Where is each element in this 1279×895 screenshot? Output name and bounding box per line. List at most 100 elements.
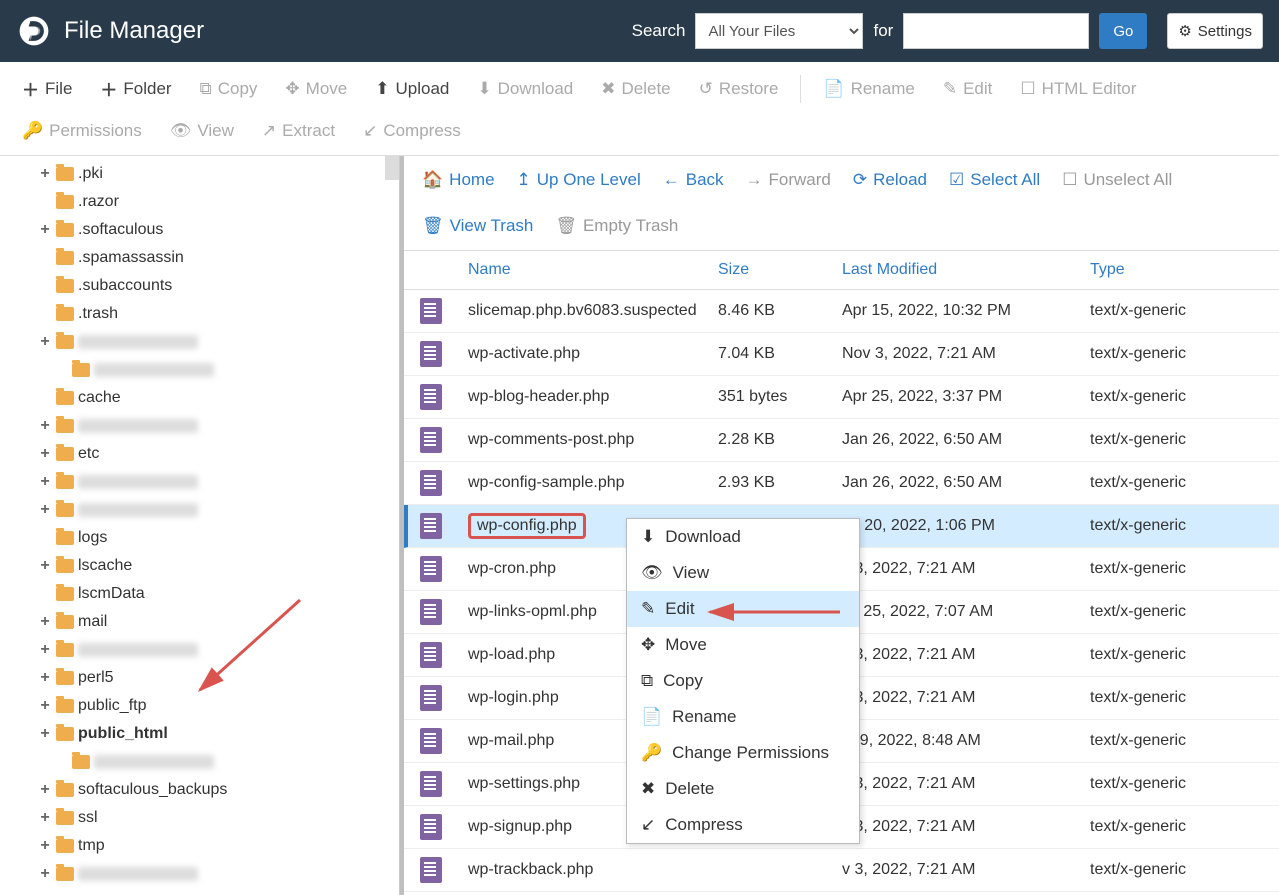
tree-item[interactable]: cache	[10, 384, 399, 412]
tree-item[interactable]: +	[10, 636, 399, 664]
context-menu-item[interactable]: ✥Move	[627, 627, 859, 663]
reload-button[interactable]: ⟳Reload	[851, 166, 929, 194]
tree-item[interactable]: +	[10, 860, 399, 888]
tree-expander[interactable]: +	[38, 837, 52, 855]
tree-item[interactable]: logs	[10, 524, 399, 552]
settings-button[interactable]: ⚙ Settings	[1167, 13, 1263, 49]
tree-expander[interactable]: +	[38, 697, 52, 715]
unselect-all-button[interactable]: ☐Unselect All	[1060, 166, 1174, 194]
tree-item[interactable]: lscmData	[10, 580, 399, 608]
tree-item[interactable]: .trash	[10, 300, 399, 328]
tree-item[interactable]: .spamassassin	[10, 244, 399, 272]
tree-item[interactable]: +.softaculous	[10, 216, 399, 244]
tree-expander[interactable]: +	[38, 473, 52, 491]
file-button[interactable]: ＋File	[10, 68, 84, 109]
tree-item[interactable]: +mail	[10, 608, 399, 636]
tree-item[interactable]: +	[10, 328, 399, 356]
tree-expander[interactable]: +	[38, 445, 52, 463]
restore-button[interactable]: ↺Restore	[687, 71, 791, 107]
extract-button[interactable]: ↗Extract	[250, 113, 347, 149]
tree-expander[interactable]: +	[38, 613, 52, 631]
tree-item[interactable]: +public_html	[10, 720, 399, 748]
tree-item[interactable]: +.pki	[10, 160, 399, 188]
edit-button[interactable]: ✎Edit	[931, 71, 1005, 107]
app-title: File Manager	[64, 17, 204, 45]
folder-button[interactable]: ＋Folder	[88, 68, 183, 109]
column-name[interactable]: Name	[468, 261, 718, 279]
tree-item[interactable]: .subaccounts	[10, 272, 399, 300]
move-button[interactable]: ✥Move	[273, 71, 359, 107]
tree-item[interactable]: +softaculous_backups	[10, 776, 399, 804]
permissions-button[interactable]: 🔑Permissions	[10, 113, 154, 149]
delete-button[interactable]: ✖Delete	[589, 71, 682, 107]
select-all-button[interactable]: ☑Select All	[947, 166, 1042, 194]
view-button[interactable]: 👁View	[158, 113, 246, 149]
tree-item[interactable]: +perl5	[10, 664, 399, 692]
context-menu-item[interactable]: 📄Rename	[627, 699, 859, 735]
search-scope-select[interactable]: All Your Files	[695, 13, 863, 49]
tree-expander[interactable]: +	[38, 333, 52, 351]
tree-label	[78, 503, 198, 517]
table-row[interactable]: wp-comments-post.php2.28 KBJan 26, 2022,…	[404, 419, 1279, 462]
html-editor-button[interactable]: ☐HTML Editor	[1008, 71, 1148, 107]
tree-item[interactable]: +	[10, 496, 399, 524]
context-menu-item[interactable]: ✖Delete	[627, 771, 859, 807]
column-type[interactable]: Type	[1090, 261, 1263, 279]
empty-trash-button[interactable]: 🗑Empty Trash	[553, 212, 680, 240]
file-date: Apr 25, 2022, 3:37 PM	[842, 388, 1090, 406]
table-row[interactable]: wp-blog-header.php351 bytesApr 25, 2022,…	[404, 376, 1279, 419]
tree-expander[interactable]: +	[38, 165, 52, 183]
view-trash-button[interactable]: 🗑View Trash	[420, 212, 535, 240]
table-row[interactable]: wp-trackback.phpv 3, 2022, 7:21 AMtext/x…	[404, 849, 1279, 892]
context-menu-item[interactable]: 👁View	[627, 555, 859, 591]
context-menu-item[interactable]: 🔑Change Permissions	[627, 735, 859, 771]
table-row[interactable]: wp-activate.php7.04 KBNov 3, 2022, 7:21 …	[404, 333, 1279, 376]
home-button[interactable]: 🏠Home	[420, 166, 497, 194]
tree-expander[interactable]: +	[38, 669, 52, 687]
file-type: text/x-generic	[1090, 517, 1263, 535]
tree-expander[interactable]: +	[38, 641, 52, 659]
tree-expander[interactable]: +	[38, 809, 52, 827]
tree-item[interactable]: +tmp	[10, 832, 399, 860]
column-modified[interactable]: Last Modified	[842, 261, 1090, 279]
html-icon: ☐	[1020, 79, 1035, 99]
go-button[interactable]: Go	[1099, 13, 1147, 49]
file-size: 351 bytes	[718, 388, 842, 406]
table-row[interactable]: wp-config-sample.php2.93 KBJan 26, 2022,…	[404, 462, 1279, 505]
context-menu-item[interactable]: ✎Edit	[627, 591, 859, 627]
tree-item[interactable]: +public_ftp	[10, 692, 399, 720]
tree-expander[interactable]: +	[38, 221, 52, 239]
tree-item[interactable]: +	[10, 412, 399, 440]
tree-expander[interactable]: +	[38, 865, 52, 883]
context-menu-item[interactable]: ↙Compress	[627, 807, 859, 843]
tree-expander[interactable]: +	[38, 725, 52, 743]
search-label: Search	[632, 21, 686, 41]
upload-button[interactable]: ⬆Upload	[363, 71, 461, 107]
tree-item[interactable]	[10, 748, 399, 776]
tree-item[interactable]: .razor	[10, 188, 399, 216]
search-input[interactable]	[903, 13, 1089, 49]
scrollbar-handle[interactable]	[385, 156, 399, 180]
tree-expander[interactable]: +	[38, 417, 52, 435]
search-area: Search All Your Files for Go ⚙ Settings	[632, 13, 1263, 49]
tree-expander[interactable]: +	[38, 557, 52, 575]
context-menu-item[interactable]: ⧉Copy	[627, 663, 859, 699]
context-menu-item[interactable]: ⬇Download	[627, 519, 859, 555]
tree-expander[interactable]: +	[38, 781, 52, 799]
tree-expander[interactable]: +	[38, 501, 52, 519]
tree-item[interactable]: +ssl	[10, 804, 399, 832]
rename-button[interactable]: 📄Rename	[811, 71, 926, 107]
table-row[interactable]: slicemap.php.bv6083.suspected8.46 KBApr …	[404, 290, 1279, 333]
compress-button[interactable]: ↙Compress	[351, 113, 473, 149]
tree-item[interactable]: +	[10, 468, 399, 496]
download-button[interactable]: ⬇Download	[465, 71, 585, 107]
tree-item[interactable]	[10, 356, 399, 384]
tree-item[interactable]: +lscache	[10, 552, 399, 580]
tree-item[interactable]: +etc	[10, 440, 399, 468]
gear-icon: ⚙	[1178, 22, 1191, 40]
forward-button[interactable]: →Forward	[744, 166, 833, 194]
copy-button[interactable]: ⧉Copy	[188, 71, 270, 107]
back-button[interactable]: ←Back	[661, 166, 726, 194]
up-one-level-button[interactable]: ↥Up One Level	[515, 166, 643, 194]
column-size[interactable]: Size	[718, 261, 842, 279]
